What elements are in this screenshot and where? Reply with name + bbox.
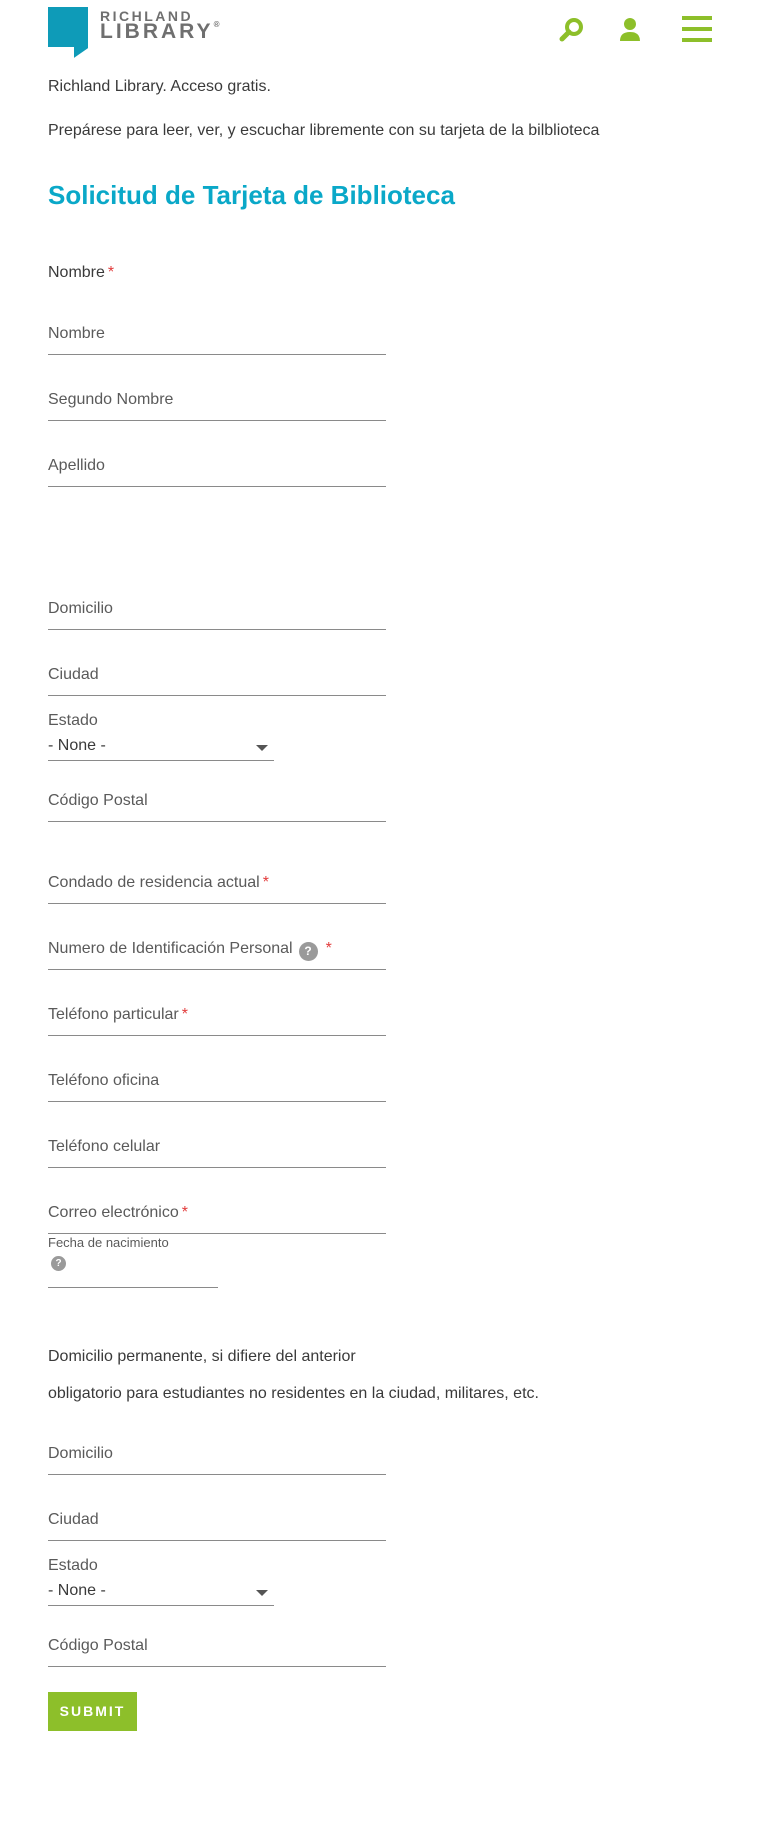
- work-phone-placeholder: Teléfono oficina: [48, 1072, 160, 1089]
- work-phone-field[interactable]: Teléfono oficina: [48, 1068, 386, 1102]
- middle-name-field[interactable]: Segundo Nombre: [48, 387, 386, 421]
- menu-button[interactable]: [680, 12, 712, 44]
- state-label: Estado: [48, 712, 98, 729]
- permanent-city-field[interactable]: Ciudad: [48, 1507, 386, 1541]
- chevron-down-icon: [256, 1590, 268, 1596]
- home-phone-placeholder: Teléfono particular *: [48, 1006, 188, 1024]
- logo-text-library[interactable]: LIBRARY®: [100, 20, 219, 44]
- birth-date-field[interactable]: [48, 1266, 218, 1288]
- search-button[interactable]: [556, 14, 588, 46]
- middle-name-placeholder: Segundo Nombre: [48, 391, 174, 408]
- county-placeholder: Condado de residencia actual *: [48, 874, 269, 892]
- home-phone-label-text: Teléfono particular: [48, 1006, 179, 1023]
- permanent-address-field[interactable]: Domicilio: [48, 1441, 386, 1475]
- intro-text: Richland Library. Acceso gratis.: [48, 78, 271, 95]
- county-field[interactable]: Condado de residencia actual *: [48, 870, 386, 904]
- county-label-text: Condado de residencia actual: [48, 874, 260, 891]
- help-icon[interactable]: ?: [298, 942, 318, 961]
- submit-button[interactable]: SUBMIT: [48, 1692, 137, 1731]
- city-placeholder: Ciudad: [48, 666, 99, 683]
- site-header: RICHLAND LIBRARY®: [0, 0, 768, 60]
- name-section-label: Nombre *: [48, 264, 114, 282]
- cell-phone-placeholder: Teléfono celular: [48, 1138, 161, 1155]
- cell-phone-field[interactable]: Teléfono celular: [48, 1134, 386, 1168]
- chevron-down-icon: [256, 745, 268, 751]
- home-phone-field[interactable]: Teléfono particular *: [48, 1002, 386, 1036]
- user-icon: [620, 18, 640, 41]
- permanent-state-label: Estado: [48, 1557, 98, 1574]
- permanent-city-placeholder: Ciudad: [48, 1511, 99, 1528]
- search-icon: [559, 18, 583, 42]
- required-mark: *: [181, 1204, 188, 1221]
- logo-icon[interactable]: [48, 7, 88, 47]
- birth-date-label: Fecha de nacimiento: [48, 1235, 169, 1250]
- email-field[interactable]: Correo electrónico *: [48, 1200, 386, 1234]
- required-mark: *: [181, 1006, 188, 1023]
- zip-field[interactable]: Código Postal: [48, 788, 386, 822]
- permanent-address-heading: Domicilio permanente, si difiere del ant…: [48, 1348, 356, 1365]
- address-placeholder: Domicilio: [48, 600, 113, 617]
- permanent-zip-placeholder: Código Postal: [48, 1637, 148, 1654]
- address-field[interactable]: Domicilio: [48, 596, 386, 630]
- form-title: Solicitud de Tarjeta de Biblioteca: [48, 180, 455, 210]
- required-mark: *: [325, 940, 332, 957]
- first-name-field[interactable]: Nombre: [48, 321, 386, 355]
- first-name-placeholder: Nombre: [48, 325, 105, 342]
- state-select-value: - None -: [48, 737, 106, 754]
- required-mark: *: [262, 874, 269, 891]
- permanent-address-note: obligatorio para estudiantes no resident…: [48, 1385, 539, 1402]
- intro-subtext: Prepárese para leer, ver, y escuchar lib…: [48, 122, 600, 139]
- required-mark: *: [107, 264, 115, 281]
- city-field[interactable]: Ciudad: [48, 662, 386, 696]
- name-section-text: Nombre: [48, 264, 105, 281]
- pin-label-text: Numero de Identificación Personal: [48, 940, 293, 957]
- pin-placeholder: Numero de Identificación Personal? *: [48, 940, 332, 961]
- pin-field[interactable]: Numero de Identificación Personal? *: [48, 936, 386, 970]
- last-name-placeholder: Apellido: [48, 457, 105, 474]
- permanent-address-placeholder: Domicilio: [48, 1445, 113, 1462]
- logo-library-word: LIBRARY: [100, 20, 214, 43]
- zip-placeholder: Código Postal: [48, 792, 148, 809]
- menu-icon: [682, 16, 712, 42]
- permanent-state-select-value: - None -: [48, 1582, 106, 1599]
- logo-registered-mark: ®: [213, 20, 220, 29]
- state-select[interactable]: - None -: [48, 735, 274, 761]
- last-name-field[interactable]: Apellido: [48, 453, 386, 487]
- permanent-state-select[interactable]: - None -: [48, 1580, 274, 1606]
- account-button[interactable]: [614, 14, 646, 46]
- permanent-zip-field[interactable]: Código Postal: [48, 1633, 386, 1667]
- email-label-text: Correo electrónico: [48, 1204, 179, 1221]
- email-placeholder: Correo electrónico *: [48, 1204, 188, 1222]
